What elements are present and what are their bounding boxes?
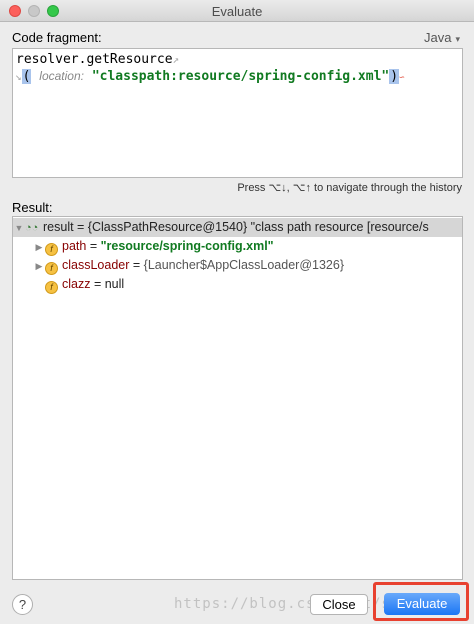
window-title: Evaluate xyxy=(211,4,263,19)
code-fragment-label: Code fragment: xyxy=(12,30,102,45)
code-line-1: resolver.getResource↗ xyxy=(16,52,179,67)
wrap-continue-icon: ↘ xyxy=(15,70,22,83)
result-tree[interactable]: ▼ ◔◔ result = {ClassPathResource@1540} "cl… xyxy=(12,216,463,580)
code-expression: resolver.getResource xyxy=(16,52,173,67)
root-text: result = {ClassPathResource@1540} "class… xyxy=(43,220,429,234)
close-paren: ) xyxy=(389,69,400,84)
wrap-icon: ↗ xyxy=(172,53,180,66)
parameter-hint: location: xyxy=(39,69,84,83)
code-editor[interactable]: resolver.getResource↗ ↘( location: "clas… xyxy=(12,48,463,178)
collapsed-triangle-icon[interactable]: ▶ xyxy=(33,238,45,257)
language-label: Java xyxy=(424,30,452,45)
tree-row-path[interactable]: ▶ f path = "resource/spring-config.xml" xyxy=(33,237,274,256)
tree-row-classloader[interactable]: ▶ f classLoader = {Launcher$AppClassLoader… xyxy=(33,256,344,275)
error-squiggle-icon: ∽ xyxy=(399,73,405,83)
evaluate-dialog: Evaluate Code fragment: Java ▾ resolver.g… xyxy=(0,0,474,624)
tree-row-clazz[interactable]: f clazz = null xyxy=(33,275,124,294)
field-icon: f xyxy=(45,243,58,256)
code-line-2: ↘( location: "classpath:resource/spring-… xyxy=(15,69,404,84)
tree-row-root[interactable]: ▼ ◔◔ result = {ClassPathResource@1540} "cl… xyxy=(13,218,462,238)
collapsed-triangle-icon[interactable]: ▶ xyxy=(33,257,45,276)
title-bar: Evaluate xyxy=(0,0,474,22)
open-paren: ( xyxy=(21,69,32,84)
field-value: "resource/spring-config.xml" xyxy=(100,239,274,253)
field-name: path xyxy=(62,239,87,253)
watch-glasses-icon: ◔◔ xyxy=(25,222,39,234)
help-button[interactable]: ? xyxy=(12,594,33,615)
field-value: null xyxy=(104,277,125,291)
language-selector[interactable]: Java ▾ xyxy=(424,30,460,45)
history-hint: Press ⌥↓, ⌥↑ to navigate through the his… xyxy=(237,182,462,194)
expanded-triangle-icon[interactable]: ▼ xyxy=(13,219,25,238)
close-button[interactable]: Close xyxy=(310,594,368,615)
annotation-highlight-box xyxy=(373,582,469,621)
equals-sign: = xyxy=(86,239,101,253)
field-name: clazz xyxy=(62,277,91,291)
field-icon: f xyxy=(45,262,58,275)
string-argument: "classpath:resource/spring-config.xml" xyxy=(91,69,390,84)
field-name: classLoader xyxy=(62,258,130,272)
equals-sign: = xyxy=(90,277,105,291)
field-value: {Launcher$AppClassLoader@1326} xyxy=(143,258,344,272)
result-label: Result: xyxy=(12,200,53,215)
field-icon: f xyxy=(45,281,58,294)
chevron-down-icon: ▾ xyxy=(455,34,460,44)
equals-sign: = xyxy=(129,258,144,272)
